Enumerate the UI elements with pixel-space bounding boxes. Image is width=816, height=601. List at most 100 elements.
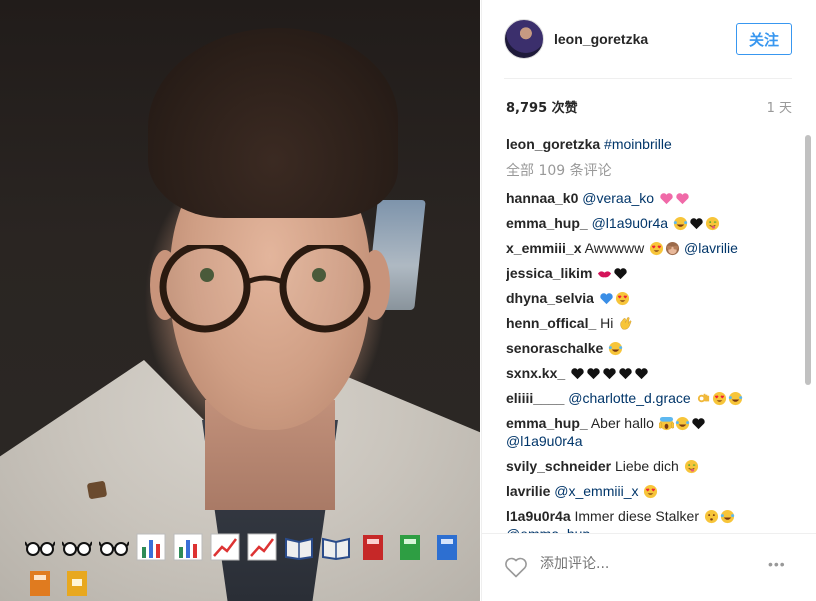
- black-heart-icon: [612, 265, 628, 281]
- laugh-tears-icon: [674, 415, 690, 431]
- wink-tongue-icon: [704, 215, 720, 231]
- black-heart-icon: [569, 365, 585, 381]
- more-options-icon[interactable]: •••: [768, 556, 786, 572]
- comment-text: Awwwww: [584, 240, 645, 256]
- comment-item: sxnx.kx_: [506, 364, 801, 382]
- pink-hearts-icon: [658, 190, 674, 206]
- comment-username[interactable]: dhyna_selvia: [506, 290, 594, 306]
- comment-mention[interactable]: @lavrilie: [684, 240, 738, 256]
- comment-username[interactable]: sxnx.kx_: [506, 365, 565, 381]
- heart-eyes-icon: [648, 240, 664, 256]
- comment-username[interactable]: senoraschalke: [506, 340, 603, 356]
- glasses-emoji: [22, 530, 57, 564]
- black-heart-icon: [617, 365, 633, 381]
- hair: [148, 28, 398, 218]
- comment-username[interactable]: emma_hup_: [506, 415, 588, 431]
- ledger-emoji: [59, 566, 94, 600]
- comment-mention[interactable]: @veraa_ko: [582, 190, 654, 206]
- comment-mention[interactable]: @emma_hup_: [506, 526, 598, 533]
- blue-book-emoji: [429, 530, 464, 564]
- comment-item: henn_offical_ Hi: [506, 314, 801, 332]
- comment-text: Aber hallo: [590, 415, 654, 431]
- comments-scrollbar[interactable]: [804, 132, 812, 532]
- post-time[interactable]: 1 天: [767, 97, 792, 116]
- glasses-emoji: [96, 530, 131, 564]
- comment-item: hannaa_k0 @veraa_ko: [506, 189, 801, 207]
- comment-item: eliiii____ @charlotte_d.grace: [506, 389, 801, 407]
- heart-eyes-icon: [614, 290, 630, 306]
- chart-up-emoji: [244, 530, 279, 564]
- black-heart-icon: [633, 365, 649, 381]
- black-heart-icon: [585, 365, 601, 381]
- comments-list: leon_goretzka #moinbrille 全部 109 条评论 han…: [506, 135, 801, 533]
- orange-book-emoji: [22, 566, 57, 600]
- laugh-tears-icon: [719, 508, 735, 524]
- waving-hand-icon: [617, 315, 633, 331]
- view-all-comments[interactable]: 全部 109 条评论: [506, 160, 801, 180]
- comment-item: svily_schneider Liebe dich: [506, 457, 801, 475]
- kiss-face-icon: [703, 508, 719, 524]
- comment-mention[interactable]: @x_emmiii_x: [554, 483, 638, 499]
- red-book-emoji: [355, 530, 390, 564]
- kiss-lips-icon: [596, 265, 612, 281]
- comment-item: l1a9u0r4a Immer diese Stalker @emma_hup_: [506, 507, 801, 533]
- post-panel: leon_goretzka 关注 8,795 次赞 1 天 leon_goret…: [481, 0, 816, 601]
- lapel-pin: [86, 480, 108, 500]
- post-header: leon_goretzka 关注: [504, 19, 792, 59]
- comment-username[interactable]: emma_hup_: [506, 215, 588, 231]
- blue-heart-icon: [598, 290, 614, 306]
- comment-mention[interactable]: @charlotte_d.grace: [568, 390, 690, 406]
- post-stats: 8,795 次赞 1 天: [506, 97, 792, 116]
- comment-username[interactable]: henn_offical_: [506, 315, 596, 331]
- comment-text: Hi: [600, 315, 614, 331]
- like-heart-icon[interactable]: [504, 556, 528, 578]
- bar-chart-emoji: [170, 530, 205, 564]
- black-heart-icon: [601, 365, 617, 381]
- comment-mention[interactable]: @l1a9u0r4a: [592, 215, 669, 231]
- bar-chart-emoji: [133, 530, 168, 564]
- chart-up-emoji: [207, 530, 242, 564]
- open-book-emoji: [281, 530, 316, 564]
- comment-mention[interactable]: @l1a9u0r4a: [506, 433, 583, 449]
- scream-face-icon: [658, 415, 674, 431]
- comment-username[interactable]: svily_schneider: [506, 458, 611, 474]
- comment-input[interactable]: [540, 556, 740, 572]
- heart-eyes-icon: [711, 390, 727, 406]
- wink-tongue-icon: [683, 458, 699, 474]
- comment-username[interactable]: lavrilie: [506, 483, 550, 499]
- post-footer: •••: [482, 533, 816, 601]
- comment-item: senoraschalke: [506, 339, 801, 357]
- post-photo[interactable]: [0, 0, 480, 601]
- laugh-tears-icon: [672, 215, 688, 231]
- comment-item: jessica_likim: [506, 264, 801, 282]
- see-no-evil-monkey-icon: [664, 240, 680, 256]
- green-book-emoji: [392, 530, 427, 564]
- comment-item: emma_hup_ @l1a9u0r4a: [506, 214, 801, 232]
- heart-eyes-icon: [642, 483, 658, 499]
- open-book-emoji: [318, 530, 353, 564]
- comment-item: lavrilie @x_emmiii_x: [506, 482, 801, 500]
- comment-text: Immer diese Stalker: [574, 508, 699, 524]
- caption-hashtag[interactable]: #moinbrille: [604, 136, 672, 152]
- avatar[interactable]: [504, 19, 544, 59]
- comment-username[interactable]: l1a9u0r4a: [506, 508, 571, 524]
- comment-username[interactable]: eliiii____: [506, 390, 564, 406]
- caption: leon_goretzka #moinbrille: [506, 135, 801, 153]
- black-heart-icon: [688, 215, 704, 231]
- follow-button[interactable]: 关注: [736, 23, 792, 55]
- laugh-tears-icon: [607, 340, 623, 356]
- laugh-tears-icon: [727, 390, 743, 406]
- header-divider: [504, 78, 792, 79]
- glasses-emoji: [59, 530, 94, 564]
- comment-item: x_emmiii_x Awwwww @lavrilie: [506, 239, 801, 257]
- caption-username[interactable]: leon_goretzka: [506, 136, 600, 152]
- likes-count[interactable]: 8,795 次赞: [506, 97, 578, 116]
- comment-item: dhyna_selvia: [506, 289, 801, 307]
- comment-username[interactable]: x_emmiii_x: [506, 240, 582, 256]
- black-heart-icon: [690, 415, 706, 431]
- comment-username[interactable]: jessica_likim: [506, 265, 592, 281]
- comment-text: Liebe dich: [614, 458, 679, 474]
- username-link[interactable]: leon_goretzka: [554, 31, 648, 47]
- comment-username[interactable]: hannaa_k0: [506, 190, 578, 206]
- scrollbar-thumb[interactable]: [805, 135, 811, 385]
